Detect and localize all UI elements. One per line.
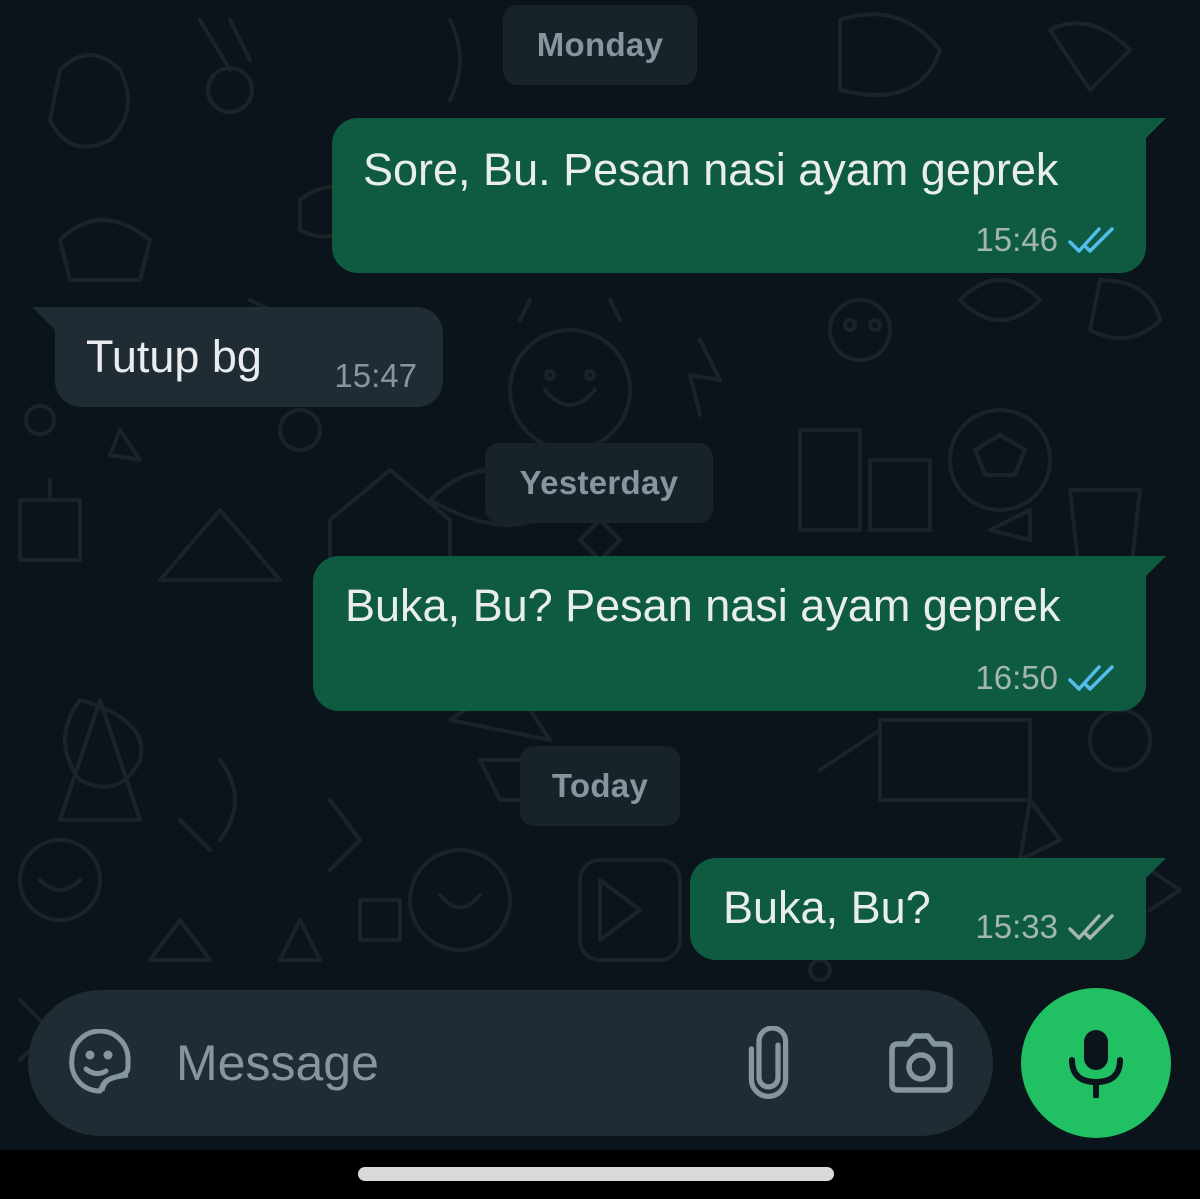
message-time: 15:46	[975, 221, 1058, 258]
voice-message-button[interactable]	[1021, 988, 1171, 1138]
paperclip-icon[interactable]	[740, 1025, 800, 1100]
message-input[interactable]: Message	[176, 1028, 379, 1098]
read-receipt-icon	[1068, 225, 1118, 255]
sticker-icon[interactable]	[66, 1028, 134, 1097]
read-receipt-icon	[1068, 663, 1118, 693]
microphone-icon	[1069, 1030, 1123, 1098]
chat-screen: Monday Sore, Bu. Pesan nasi ayam geprek …	[0, 0, 1200, 1199]
message-list[interactable]: Monday Sore, Bu. Pesan nasi ayam geprek …	[0, 0, 1200, 990]
date-chip-yesterday: Yesterday	[485, 443, 713, 523]
message-meta: 16:50	[975, 659, 1118, 697]
message-text: Buka, Bu?	[723, 882, 931, 933]
message-time: 16:50	[975, 659, 1058, 696]
message-bubble-incoming[interactable]: Tutup bg 15:47	[55, 307, 443, 407]
message-text: Sore, Bu. Pesan nasi ayam geprek	[363, 144, 1059, 195]
message-composer: Message	[28, 990, 993, 1136]
message-text: Tutup bg	[86, 331, 262, 382]
camera-icon[interactable]	[886, 1028, 956, 1098]
message-text: Buka, Bu? Pesan nasi ayam geprek	[345, 580, 1061, 631]
message-meta: 15:33	[975, 908, 1118, 946]
date-chip-monday: Monday	[503, 5, 697, 85]
message-bubble-outgoing[interactable]: Buka, Bu? 15:33	[690, 858, 1146, 960]
delivered-receipt-icon	[1068, 912, 1118, 942]
message-time: 15:47	[334, 357, 417, 394]
message-meta: 15:47	[334, 357, 417, 395]
message-time: 15:33	[975, 908, 1058, 945]
date-chip-today: Today	[520, 746, 680, 826]
message-bubble-outgoing[interactable]: Sore, Bu. Pesan nasi ayam geprek 15:46	[332, 118, 1146, 273]
message-bubble-outgoing[interactable]: Buka, Bu? Pesan nasi ayam geprek 16:50	[313, 556, 1146, 711]
message-meta: 15:46	[975, 221, 1118, 259]
home-gesture-handle[interactable]	[358, 1167, 834, 1181]
